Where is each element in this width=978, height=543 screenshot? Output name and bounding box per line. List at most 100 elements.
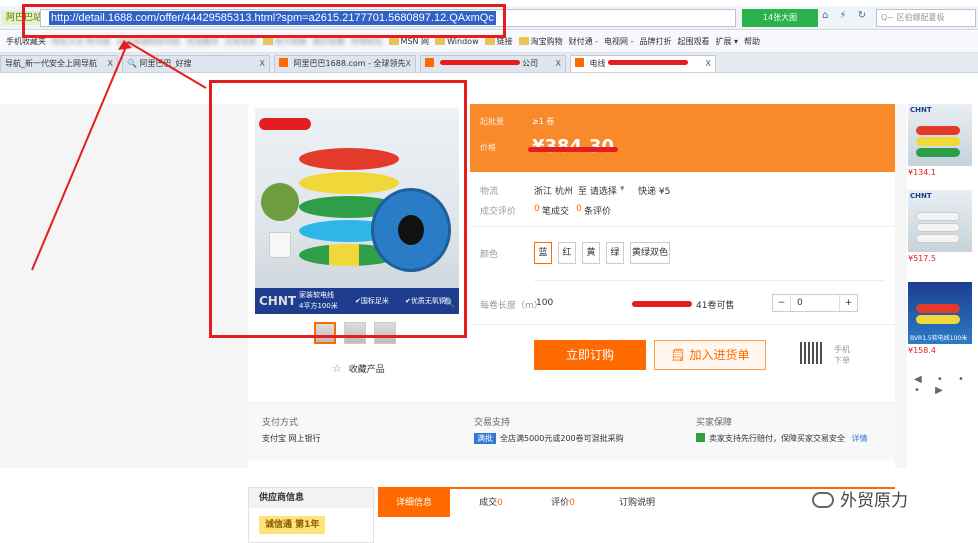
quantity-plus-button[interactable]: + <box>839 295 857 311</box>
payment-methods: 支付宝 网上银行 <box>262 434 321 443</box>
watermark-text: 外贸原力 <box>840 491 908 511</box>
rail-item-image[interactable]: CHNT <box>908 190 972 252</box>
mobile-order-line: 下单 <box>834 356 850 365</box>
protect-detail-link[interactable]: 详情 <box>852 434 868 443</box>
bookmark-label: 扩展 ▾ <box>715 37 739 46</box>
tab-1688[interactable]: 阿里巴巴1688.com - 全球领先 X <box>274 55 416 72</box>
recommendation-rail: CHNT ¥134.1 CHNT ¥517.5 BVR1.5软电线100米 ¥1… <box>908 104 974 396</box>
tab-close-icon[interactable]: X <box>556 56 561 72</box>
bookmark-label: 我的收藏 <box>312 37 345 46</box>
tab-strip: 导航_新一代安全上网导航 X 🔍 阿里巴巴_好搜 X 阿里巴巴1688.com … <box>0 53 978 73</box>
tab-reviews[interactable]: 评价0 <box>528 489 598 517</box>
tab-count: 0 <box>497 498 503 508</box>
rail-item[interactable]: CHNT ¥517.5 <box>908 190 972 263</box>
bookmark-item[interactable]: 财付通 - <box>569 31 598 52</box>
tab-haosou[interactable]: 🔍 阿里巴巴_好搜 X <box>122 55 270 72</box>
bookmark-label: 电子邮箱 <box>274 37 307 46</box>
redaction-mark <box>632 301 692 307</box>
alibaba-icon <box>425 58 434 67</box>
min-order-label: 起批量 <box>480 117 504 126</box>
bookmark-item[interactable]: 淘宝购物 <box>518 31 563 52</box>
favorite-product-link[interactable]: ☆ 收藏产品 <box>332 362 385 375</box>
tab-close-icon[interactable]: X <box>108 56 113 72</box>
tab-company[interactable]: 公司 X <box>420 55 566 72</box>
quantity-minus-button[interactable]: − <box>773 295 791 311</box>
tab-label: 评价 <box>551 498 570 508</box>
rail-pager[interactable]: ◀ • • • ▶ <box>914 374 974 396</box>
rail-item-price: ¥158.4 <box>908 346 936 355</box>
color-option-yellow-green[interactable]: 黄绿双色 <box>630 242 670 264</box>
protect-description: 卖家支持先行赔付，保障买家交易安全 <box>709 434 845 443</box>
wire-spool-white <box>916 234 960 243</box>
color-option-red[interactable]: 红 <box>558 242 576 264</box>
stock-text: 41卷可售 <box>696 301 735 311</box>
star-icon: ☆ <box>332 362 342 375</box>
rail-item-image[interactable]: BVR1.5软电线100米 <box>908 282 972 344</box>
tab-wire[interactable]: 电线 X <box>570 55 716 72</box>
support-text: 满批 全店满5000元或200卷可混批采购 <box>474 433 624 444</box>
folder-icon <box>518 37 529 45</box>
qr-code-icon[interactable] <box>800 342 822 364</box>
folder-icon <box>388 37 399 45</box>
tab-details[interactable]: 详细信息 <box>378 489 450 517</box>
price-band: 起批量 ≥1 卷 价格 ¥384.30 <box>470 104 895 172</box>
tab-close-icon[interactable]: X <box>260 56 265 72</box>
bookmark-item[interactable]: 帮助 <box>744 31 760 52</box>
tab-order-notes[interactable]: 订购说明 <box>602 489 672 517</box>
color-option-green[interactable]: 绿 <box>606 242 624 264</box>
tab-label: 阿里巴巴_好搜 <box>139 59 192 68</box>
wire-spool-yellow <box>916 137 960 146</box>
protect-title: 买家保障 <box>696 418 733 428</box>
order-now-button[interactable]: 立即订购 <box>534 340 646 370</box>
bookmark-label: 品牌打折 <box>639 37 672 46</box>
quantity-stepper[interactable]: − 0 + <box>772 294 858 312</box>
bookmark-label: Window <box>447 37 479 46</box>
tab-label: 成交 <box>479 498 498 508</box>
bookmark-item[interactable]: 起围观看 <box>677 31 709 52</box>
wire-spool-white <box>916 212 960 221</box>
divider <box>470 324 895 325</box>
deals-label: 成交评价 <box>480 207 517 217</box>
alibaba-icon <box>575 58 584 67</box>
reviews-text[interactable]: 条评价 <box>584 204 611 217</box>
bookmark-item[interactable]: 品牌打折 <box>639 31 672 52</box>
tab-close-icon[interactable]: X <box>706 56 711 72</box>
add-to-cart-button[interactable]: 🗒 加入进货单 <box>654 340 766 370</box>
tab-nav[interactable]: 导航_新一代安全上网导航 X <box>0 55 118 72</box>
rail-item[interactable]: CHNT ¥134.1 <box>908 104 972 177</box>
rail-brand: CHNT <box>910 192 932 200</box>
quantity-input[interactable]: 0 <box>797 295 803 311</box>
mixed-batch-badge: 满批 <box>474 433 496 444</box>
tab-label: 电线 <box>589 59 606 68</box>
mobile-order-text: 手机 下单 <box>834 344 850 366</box>
annotation-box-image <box>209 80 467 338</box>
service-band: 支付方式 支付宝 网上银行 交易支持 满批 全店满5000元或200卷可混批采购 … <box>248 402 895 460</box>
color-option-blue[interactable]: 蓝 <box>534 242 552 264</box>
capture-button[interactable]: 14张大图 <box>742 9 818 27</box>
tab-label: 订购说明 <box>618 498 655 508</box>
rail-item[interactable]: BVR1.5软电线100米 ¥158.4 <box>908 282 972 355</box>
chevron-down-icon[interactable]: ▾ <box>620 184 625 194</box>
browser-search-input[interactable]: Q~ 区伯娜配夏极 <box>876 9 976 27</box>
tab-deals[interactable]: 成交0 <box>456 489 526 517</box>
min-order-value: ≥1 卷 <box>532 117 555 126</box>
bookmark-item[interactable]: 扩展 ▾ <box>715 31 739 52</box>
watermark: 外贸原力 <box>812 486 908 511</box>
shipping-fee: 快递 ¥5 <box>638 187 671 197</box>
rail-item-image[interactable]: CHNT <box>908 104 972 166</box>
rail-brand: CHNT <box>910 106 932 114</box>
reviews-count[interactable]: 0 <box>576 204 582 214</box>
bookmark-item[interactable]: 电视网 - <box>604 31 633 52</box>
redaction-mark <box>608 60 689 65</box>
shipping-destination-select[interactable]: 至 请选择 <box>578 184 617 197</box>
color-option-yellow[interactable]: 黄 <box>582 242 600 264</box>
deals-text[interactable]: 笔成交 <box>542 204 569 217</box>
payment-title: 支付方式 <box>262 418 299 428</box>
purchase-panel: 起批量 ≥1 卷 价格 ¥384.30 物流 浙江 杭州 至 请选择 ▾ 快递 … <box>470 104 895 402</box>
right-margin <box>895 104 907 468</box>
search-icon: 🔍 <box>127 59 137 68</box>
deals-count[interactable]: 0 <box>534 204 540 214</box>
bookmark-label: 淘宝购物 <box>530 37 563 46</box>
tab-label: 公司 <box>522 59 539 68</box>
tab-close-icon[interactable]: X <box>406 56 411 72</box>
